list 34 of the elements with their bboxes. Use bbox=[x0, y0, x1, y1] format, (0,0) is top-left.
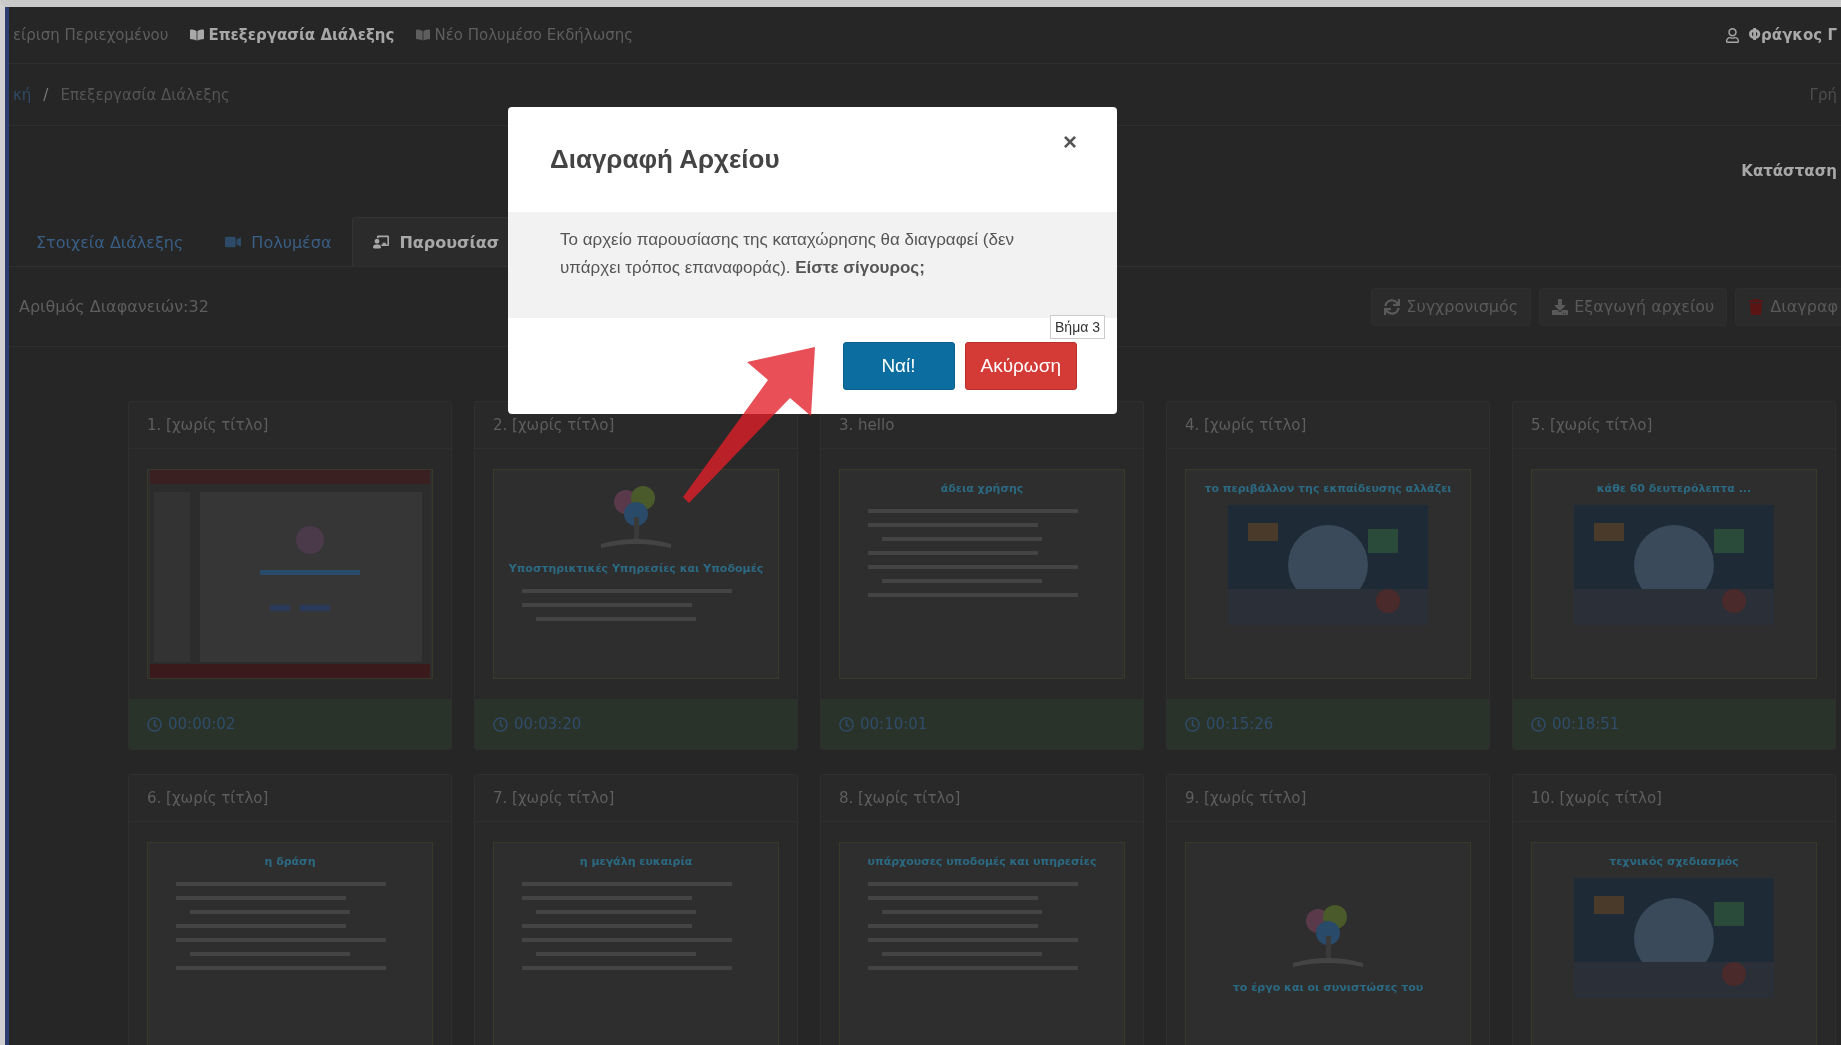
dialog-message: Το αρχείο παρουσίασης της καταχώρησης θα διαγραφεί (δεν υπάρχει τρόπος επαναφοράς). Είστε σίγουρος; bbox=[560, 230, 1014, 277]
confirm-button[interactable]: Ναί! bbox=[842, 342, 955, 390]
sync-icon bbox=[1384, 298, 1401, 315]
status-label: Κατάσταση bbox=[1741, 162, 1837, 180]
slide-time: 00:15:26 bbox=[1206, 715, 1274, 733]
slide-time: 00:00:02 bbox=[168, 715, 236, 733]
clock-icon bbox=[493, 716, 508, 732]
breadcrumb-separator: / bbox=[43, 85, 49, 104]
video-camera-icon bbox=[225, 234, 242, 250]
tab[interactable]: Στοιχεία Διάλεξης bbox=[15, 217, 205, 266]
book-icon bbox=[190, 28, 205, 42]
slide-count: Αριθμός Διαφανειών:32 bbox=[19, 297, 209, 316]
book-icon bbox=[416, 28, 431, 42]
step-tooltip: Βήμα 3 bbox=[1050, 315, 1105, 339]
clock-icon bbox=[1185, 716, 1200, 732]
clock-icon bbox=[1531, 716, 1546, 732]
slide-time: 00:10:01 bbox=[860, 715, 928, 733]
download-icon bbox=[1552, 298, 1569, 315]
trash-icon bbox=[1748, 298, 1765, 315]
nav-link[interactable]: Επεξεργασία Διάλεξης bbox=[190, 26, 395, 44]
slide-time: 00:18:51 bbox=[1552, 715, 1620, 733]
presentation-icon bbox=[373, 234, 390, 250]
breadcrumb-link[interactable]: κή bbox=[13, 85, 32, 104]
nav-link[interactable]: Νέο Πολυμέσο Εκδήλωσης bbox=[416, 26, 634, 44]
cancel-button[interactable]: Ακύρωση bbox=[964, 342, 1077, 390]
close-button[interactable]: × bbox=[1057, 127, 1083, 157]
user-menu[interactable]: Φράγκος Γ bbox=[1725, 26, 1837, 44]
dialog-title: Διαγραφή Αρχείου bbox=[550, 144, 780, 175]
clock-icon bbox=[147, 716, 162, 732]
nav-link[interactable]: είριση Περιεχομένου bbox=[13, 26, 169, 44]
tab[interactable]: Πολυμέσα bbox=[204, 217, 353, 266]
user-icon bbox=[1725, 27, 1741, 43]
clock-icon bbox=[839, 716, 854, 732]
slide-time: 00:03:20 bbox=[514, 715, 582, 733]
